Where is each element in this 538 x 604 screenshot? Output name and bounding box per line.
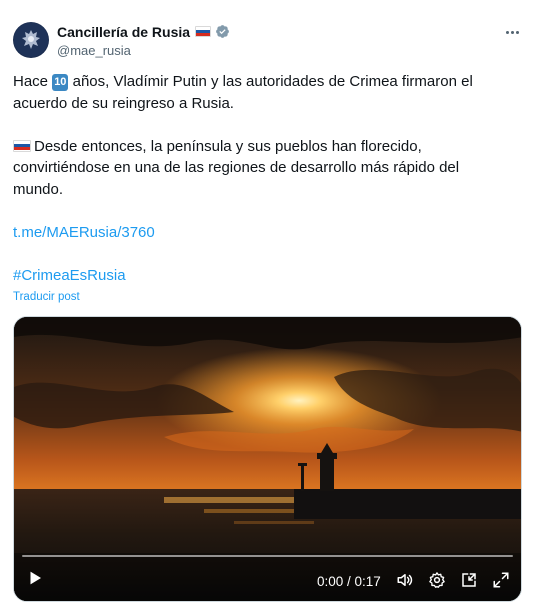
paragraph-1: Hace 10 años, Vladímir Putin y las autor… [13, 71, 513, 114]
telegram-link[interactable]: t.me/MAERusia/3760 [13, 222, 513, 244]
text-span: Desde entonces, la península y sus puebl… [13, 137, 460, 198]
volume-icon[interactable] [396, 571, 414, 589]
verified-badge-icon [216, 25, 229, 38]
handle[interactable]: @mae_rusia [57, 43, 230, 58]
author-block: Cancillería de Rusia @mae_rusia [57, 22, 230, 58]
hashtag-link[interactable]: #CrimeaEsRusia [13, 265, 513, 287]
video-progress-bar[interactable] [22, 555, 513, 557]
keycap-ten-icon: 10 [52, 74, 69, 91]
russia-flag-icon [13, 139, 31, 152]
dot-icon [510, 30, 514, 34]
translate-post-link[interactable]: Traducir post [13, 291, 80, 303]
avatar[interactable] [13, 22, 49, 58]
russia-flag-icon [195, 26, 212, 37]
display-name[interactable]: Cancillería de Rusia [57, 24, 190, 40]
text-span: Hace [13, 73, 53, 90]
more-options-button[interactable] [502, 24, 522, 40]
dot-icon [505, 30, 509, 34]
post: Cancillería de Rusia @mae_rusia Hace 10 … [0, 0, 538, 604]
video-player[interactable]: 0:00 / 0:17 [13, 316, 522, 602]
dot-icon [515, 30, 519, 34]
emblem-icon [14, 23, 48, 57]
post-text: Hace 10 años, Vladímir Putin y las autor… [13, 71, 513, 286]
play-icon[interactable] [26, 569, 44, 587]
paragraph-2: Desde entonces, la península y sus puebl… [13, 136, 513, 201]
video-controls: 0:00 / 0:17 [14, 559, 521, 601]
settings-icon[interactable] [428, 571, 446, 589]
text-span: años, Vladímir Putin y las autoridades d… [13, 73, 473, 112]
video-time: 0:00 / 0:17 [317, 574, 381, 589]
fullscreen-icon[interactable] [492, 571, 510, 589]
pip-icon[interactable] [460, 571, 478, 589]
